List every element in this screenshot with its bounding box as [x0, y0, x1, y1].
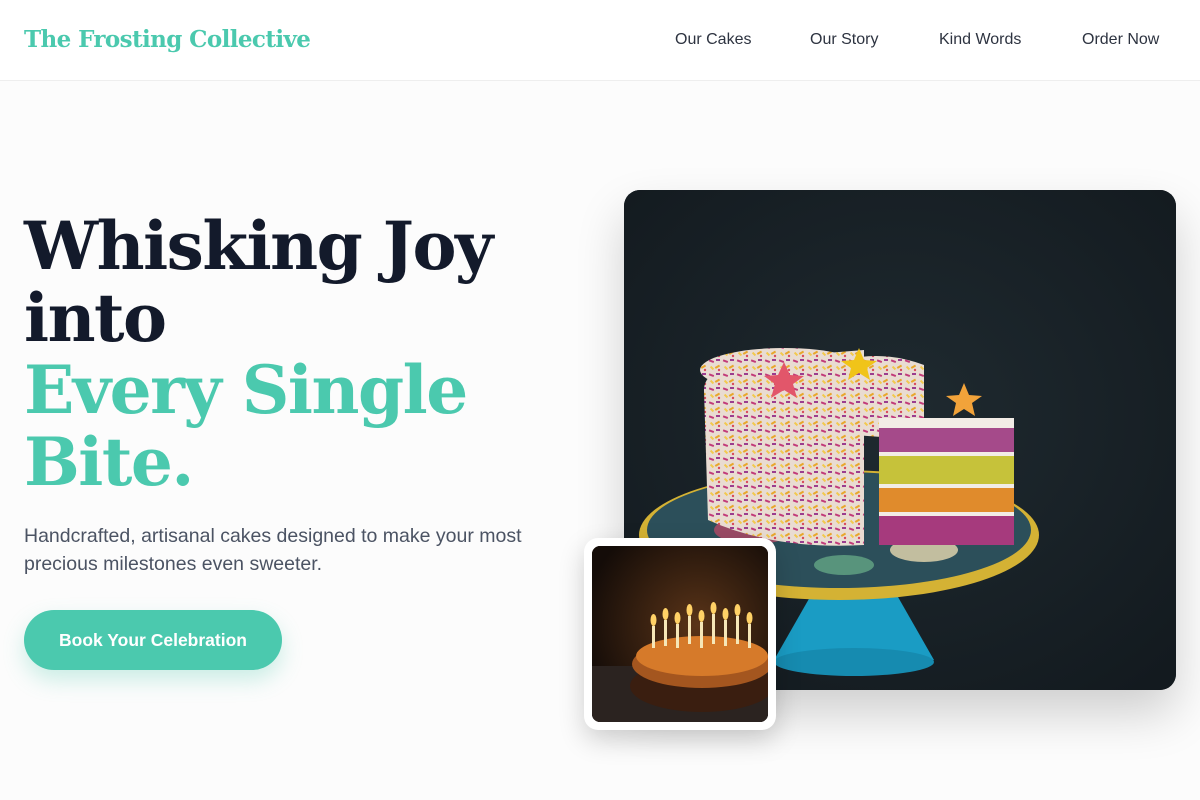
- brand-logo[interactable]: The Frosting Collective: [24, 24, 311, 56]
- hero-title-line: Whisking Joy: [24, 207, 493, 285]
- nav-link-order-now[interactable]: Order Now: [1082, 29, 1159, 51]
- nav-link-kind-words[interactable]: Kind Words: [939, 29, 1021, 51]
- hero-title-line: into: [24, 279, 167, 357]
- hero-title-accent-line: Bite.: [24, 423, 194, 501]
- birthday-cake-thumbnail: [584, 538, 776, 730]
- hero-subtitle: Handcrafted, artisanal cakes designed to…: [24, 525, 522, 575]
- site-header: The Frosting Collective Our Cakes Our St…: [0, 0, 1200, 81]
- nav-link-our-story[interactable]: Our Story: [810, 29, 878, 51]
- hero-title: Whisking Joy into Every Single Bite.: [24, 210, 584, 498]
- book-celebration-button[interactable]: Book Your Celebration: [24, 610, 282, 670]
- hero-title-accent-line: Every Single: [24, 351, 468, 429]
- nav-link-our-cakes[interactable]: Our Cakes: [675, 29, 751, 51]
